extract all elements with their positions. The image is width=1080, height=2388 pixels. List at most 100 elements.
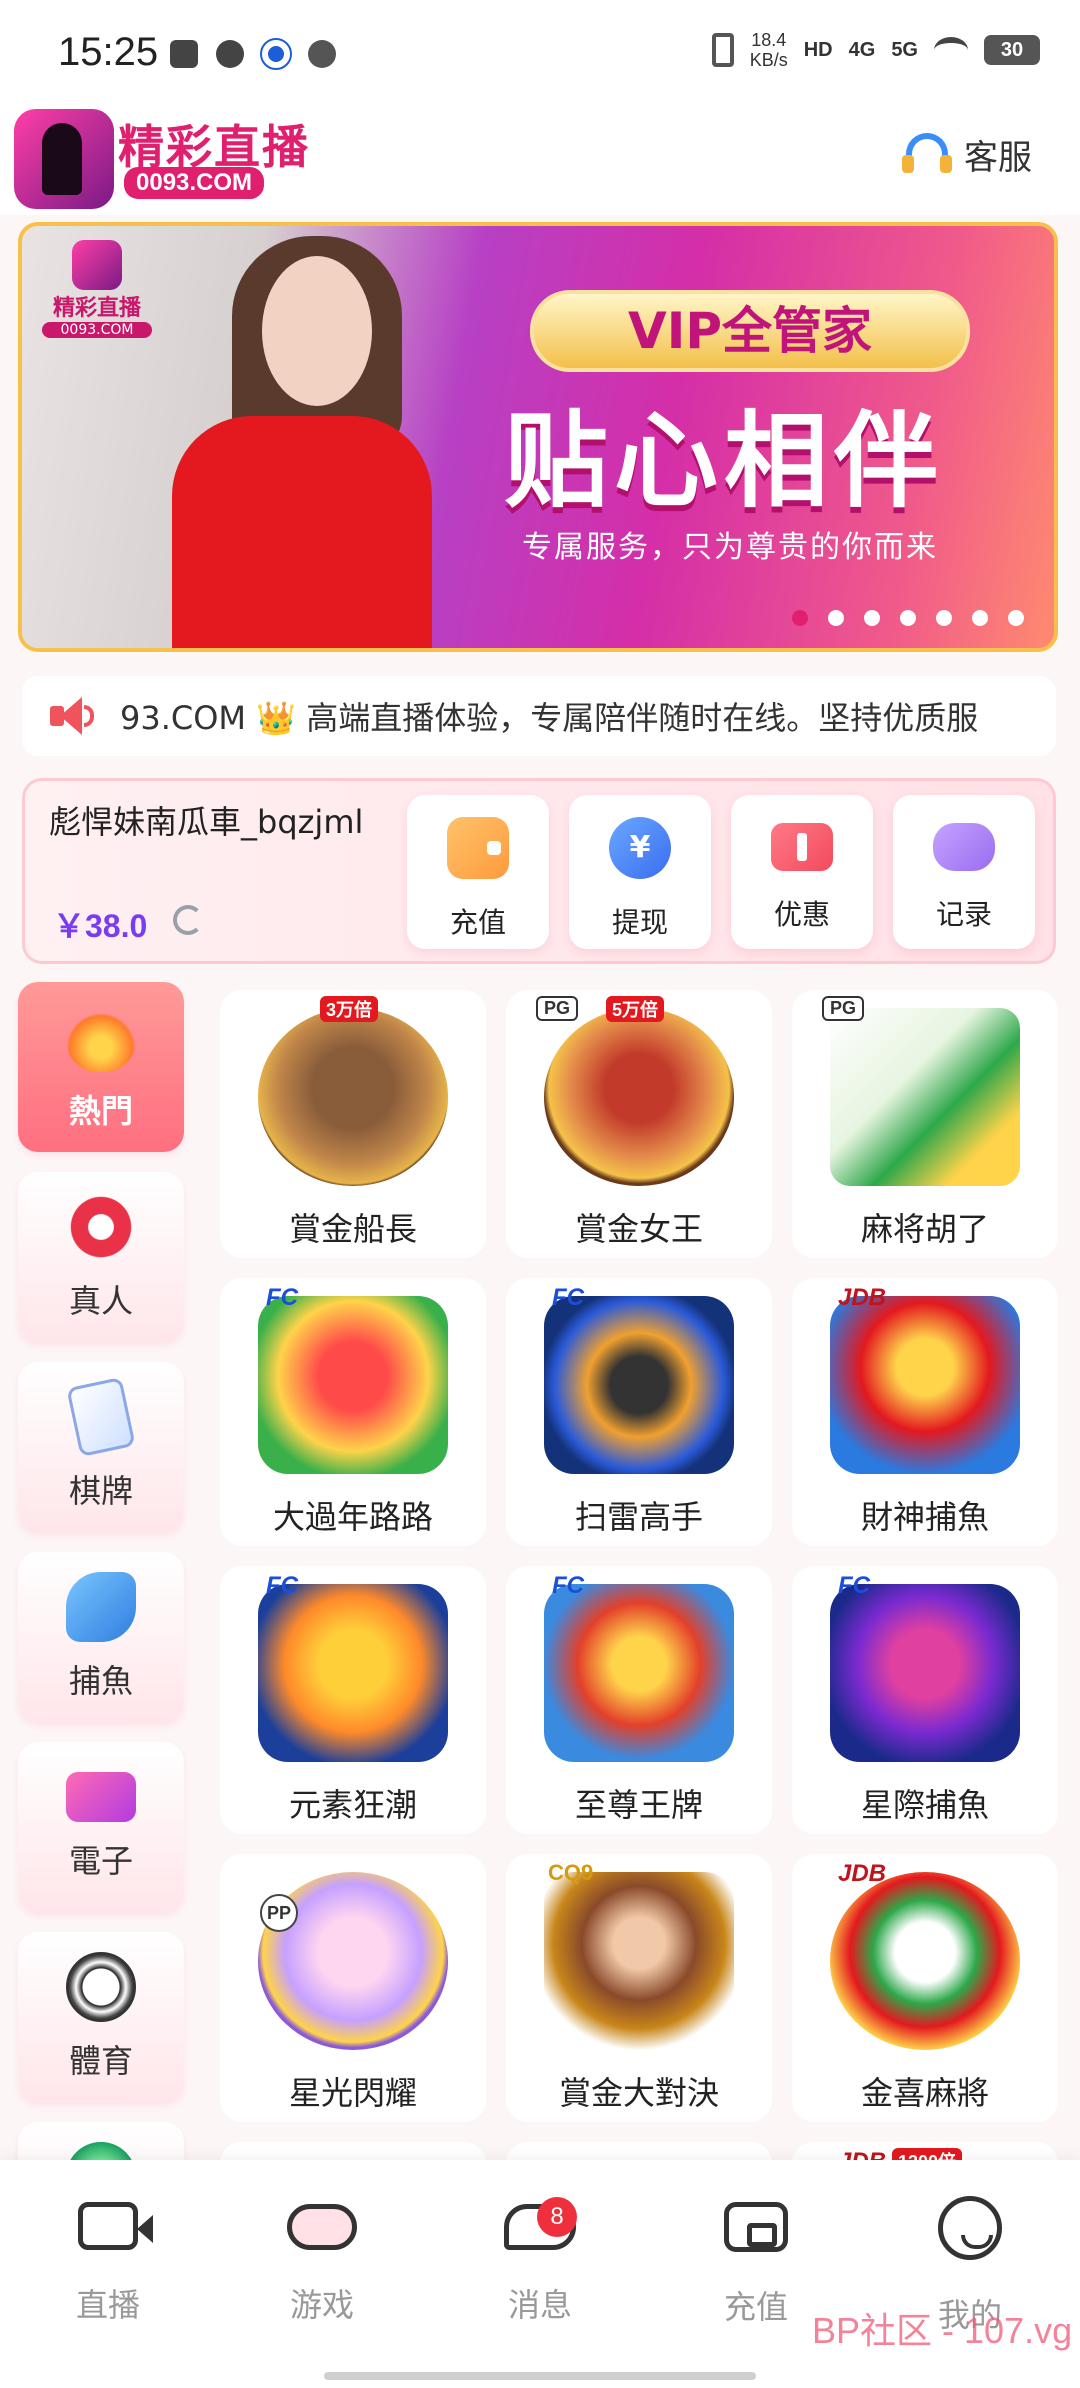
game-thumbnail xyxy=(544,1296,734,1474)
game-card[interactable]: FC 大過年路路 xyxy=(220,1278,486,1546)
banner-dot[interactable] xyxy=(828,610,844,626)
check-badge-icon xyxy=(216,40,244,68)
provider-badge: FC xyxy=(552,1572,584,1599)
game-thumbnail xyxy=(830,1872,1020,2050)
game-name: 賞金女王 xyxy=(574,1210,703,1248)
gamepad-icon xyxy=(933,823,995,871)
category-sports[interactable]: 體育 xyxy=(18,1932,184,2102)
category-chess-cards[interactable]: 棋牌 xyxy=(18,1362,184,1532)
ticket-icon xyxy=(771,823,833,871)
withdraw-button[interactable]: ¥ 提现 xyxy=(569,795,711,949)
game-grid: 3万倍 賞金船長 PG 5万倍 賞金女王 PG 麻将胡了 FC 大過年路路 FC 扫雷高手 JDB 財神… xyxy=(220,990,1060,2165)
game-thumbnail xyxy=(544,1872,734,2050)
banner-dot[interactable] xyxy=(972,610,988,626)
logo-domain: 0093.COM xyxy=(124,167,265,199)
game-card[interactable]: CQ9 賞金大對決 xyxy=(506,1854,772,2122)
game-thumbnail xyxy=(830,1584,1020,1762)
account-actions: 充值 ¥ 提现 优惠 记录 xyxy=(407,795,1035,949)
game-name: 賞金船長 xyxy=(288,1210,417,1248)
promo-banner[interactable]: 精彩直播 0093.COM VIP全管家 贴心相伴 专属服务，只为尊贵的你而来 xyxy=(18,222,1058,652)
game-card[interactable]: PP 星光閃耀 xyxy=(220,1854,486,2122)
soccer-ball-icon xyxy=(66,1952,136,2022)
game-name: 大過年路路 xyxy=(272,1498,433,1536)
provider-badge: JDB xyxy=(838,1284,887,1311)
game-thumbnail xyxy=(830,1296,1020,1474)
game-card[interactable]: PG 5万倍 賞金女王 xyxy=(506,990,772,1258)
game-card[interactable]: FC 至尊王牌 xyxy=(506,1566,772,1834)
nav-live[interactable]: 直播 xyxy=(38,2196,178,2326)
game-card[interactable]: FC 扫雷高手 xyxy=(506,1278,772,1546)
banner-logo: 精彩直播 0093.COM xyxy=(42,240,152,338)
chat-bubble-icon: 8 xyxy=(504,2197,577,2250)
banner-dot[interactable] xyxy=(864,610,880,626)
provider-badge: FC xyxy=(838,1572,870,1599)
video-camera-icon xyxy=(78,2202,153,2250)
announcement-text: 93.COM 👑 高端直播体验，专属陪伴随时在线。坚持优质服 xyxy=(120,699,979,737)
logo-icon xyxy=(14,109,114,209)
nav-deposit[interactable]: 充值 xyxy=(686,2196,826,2328)
banner-model-image xyxy=(112,236,432,648)
playing-cards-icon xyxy=(66,1376,136,1458)
wallet-icon xyxy=(447,817,509,879)
provider-badge: FC xyxy=(266,1284,298,1311)
provider-badge: PG xyxy=(822,996,865,1021)
shark-icon xyxy=(66,1572,136,1642)
game-name: 星光閃耀 xyxy=(288,2074,417,2112)
game-thumbnail xyxy=(258,1008,448,1186)
nav-games[interactable]: 游戏 xyxy=(252,2196,392,2326)
status-time: 15:25 xyxy=(58,30,159,74)
wallet-icon xyxy=(724,2202,788,2252)
headset-icon xyxy=(902,129,952,179)
provider-badge: PG xyxy=(536,996,579,1021)
game-name: 賞金大對決 xyxy=(558,2074,719,2112)
game-card[interactable]: JDB 財神捕魚 xyxy=(792,1278,1058,1546)
speaker-icon xyxy=(46,691,96,741)
watermark: BP社区 - 107.vg xyxy=(812,2310,1073,2351)
slot-777-icon xyxy=(66,1772,136,1822)
profile-smile-icon xyxy=(938,2196,1002,2260)
game-card[interactable]: 3万倍賞金船長 xyxy=(220,990,486,1258)
category-hot[interactable]: 熱門 xyxy=(18,982,184,1152)
category-live[interactable]: 真人 xyxy=(18,1172,184,1342)
game-name: 麻将胡了 xyxy=(860,1210,989,1248)
gamepad-icon xyxy=(287,2204,357,2250)
game-thumbnail xyxy=(544,1008,734,1186)
account-card: 彪悍妹南瓜車_bqzjml ￥38.0 充值 ¥ 提现 优惠 记录 xyxy=(22,778,1056,964)
announcement-bar[interactable]: 93.COM 👑 高端直播体验，专属陪伴随时在线。坚持优质服 xyxy=(22,676,1056,756)
game-thumbnail xyxy=(258,1296,448,1474)
refresh-icon[interactable] xyxy=(173,905,203,935)
multiplier-badge: 3万倍 xyxy=(320,996,379,1022)
provider-badge: FC xyxy=(266,1572,298,1599)
banner-dot[interactable] xyxy=(900,610,916,626)
balance: ￥38.0 xyxy=(53,908,148,944)
banner-dot[interactable] xyxy=(792,610,808,626)
home-indicator[interactable] xyxy=(324,2372,756,2380)
category-fishing[interactable]: 捕魚 xyxy=(18,1552,184,1722)
game-card[interactable]: PG 麻将胡了 xyxy=(792,990,1058,1258)
banner-pagination[interactable] xyxy=(792,610,1024,626)
storage-icon xyxy=(170,40,198,68)
username: 彪悍妹南瓜車_bqzjml xyxy=(49,803,364,841)
category-slots[interactable]: 電子 xyxy=(18,1742,184,1912)
app-logo[interactable]: 精彩直播 0093.COM xyxy=(14,109,324,209)
game-card[interactable]: JDB 金喜麻將 xyxy=(792,1854,1058,2122)
deposit-button[interactable]: 充值 xyxy=(407,795,549,949)
banner-headline: 贴心相伴 xyxy=(504,399,945,522)
customer-service-button[interactable]: 客服 xyxy=(902,129,1032,179)
net-speed: 18.4 KB/s xyxy=(749,30,788,70)
banner-dot[interactable] xyxy=(1008,610,1024,626)
wifi-icon xyxy=(934,37,968,63)
game-card[interactable]: FC 元素狂潮 xyxy=(220,1566,486,1834)
game-thumbnail xyxy=(544,1584,734,1762)
game-thumbnail xyxy=(830,1008,1020,1186)
game-name: 財神捕魚 xyxy=(860,1498,989,1536)
casino-chip-icon xyxy=(66,1192,136,1262)
banner-dot[interactable] xyxy=(936,610,952,626)
app-notification-icon xyxy=(260,38,292,70)
records-button[interactable]: 记录 xyxy=(893,795,1035,949)
game-card[interactable]: FC 星際捕魚 xyxy=(792,1566,1058,1834)
provider-badge: JDB xyxy=(838,1860,887,1887)
nav-messages[interactable]: 8 消息 xyxy=(470,2196,610,2326)
promotions-button[interactable]: 优惠 xyxy=(731,795,873,949)
game-name: 金喜麻將 xyxy=(860,2074,989,2112)
